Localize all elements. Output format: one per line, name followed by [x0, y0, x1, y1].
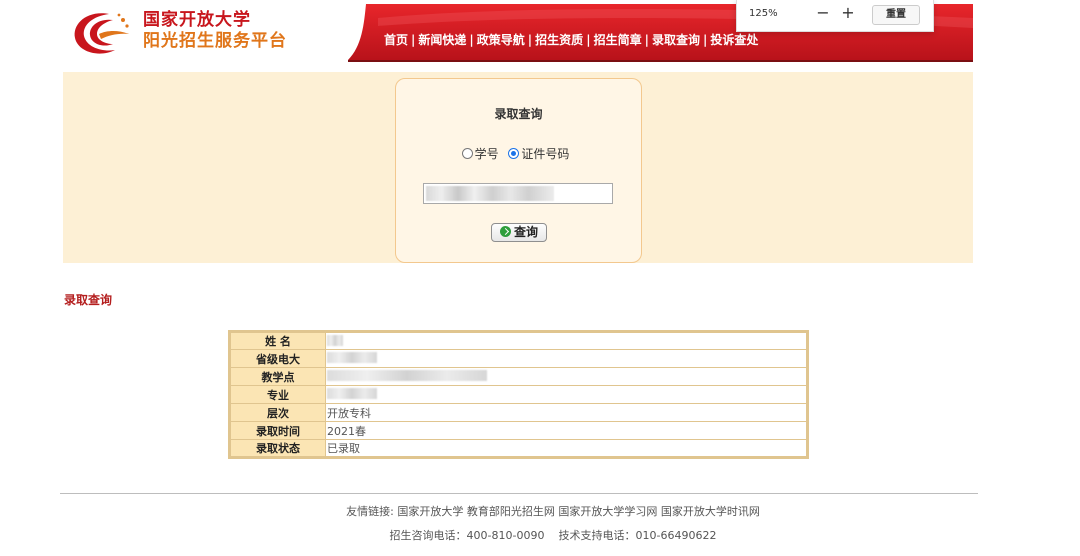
table-row: 专业 — [229, 385, 808, 404]
nav-policy[interactable]: 政策导航 — [477, 33, 525, 47]
redacted-value — [426, 186, 554, 201]
footer-contact: 招生咨询电话：400-810-0090 技术支持电话：010-66490622 — [0, 527, 1080, 543]
nav-news[interactable]: 新闻快递 — [418, 33, 466, 47]
row-value — [325, 331, 808, 350]
table-row: 录取状态 已录取 — [229, 439, 808, 458]
row-value — [325, 349, 808, 368]
query-card: 录取查询 学号 证件号码 查询 — [395, 78, 642, 263]
zoom-reset-button[interactable]: 重置 — [872, 5, 920, 25]
redacted-value — [327, 352, 377, 363]
redacted-value — [327, 388, 377, 399]
zoom-out-button[interactable]: − — [816, 3, 830, 22]
ouc-emblem-icon — [74, 13, 129, 54]
table-row: 层次 开放专科 — [229, 403, 808, 422]
radio-student-id-label[interactable]: 学号 — [475, 147, 499, 161]
redacted-value — [327, 370, 487, 381]
nav-qualification[interactable]: 招生资质 — [535, 33, 583, 47]
row-value — [325, 367, 808, 386]
footer-link-news[interactable]: 国家开放大学时讯网 — [661, 505, 760, 518]
query-button-label: 查询 — [513, 225, 538, 239]
table-row: 教学点 — [229, 367, 808, 386]
footer-link-chsi[interactable]: 教育部阳光招生网 — [467, 505, 555, 518]
nav-admission-query[interactable]: 录取查询 — [652, 33, 700, 47]
id-number-input[interactable] — [423, 183, 613, 204]
row-label: 录取时间 — [229, 421, 326, 440]
logo-subtitle-cn: 阳光招生服务平台 — [143, 31, 287, 51]
consult-phone: 招生咨询电话：400-810-0090 — [389, 529, 545, 542]
footer-link-ouc[interactable]: 国家开放大学 — [397, 505, 463, 518]
row-label: 层次 — [229, 403, 326, 422]
go-arrow-icon — [499, 226, 511, 237]
radio-student-id[interactable] — [461, 148, 473, 159]
row-value: 2021春 — [325, 421, 808, 440]
nav-complaint[interactable]: 投诉查处 — [710, 33, 758, 47]
footer-links-prefix: 友情链接: — [346, 505, 394, 518]
row-value: 开放专科 — [325, 403, 808, 422]
nav-underline — [348, 60, 973, 62]
query-button[interactable]: 查询 — [491, 223, 547, 242]
nav-brochure[interactable]: 招生简章 — [594, 33, 642, 47]
footer-friend-links: 友情链接: 国家开放大学 教育部阳光招生网 国家开放大学学习网 国家开放大学时讯… — [0, 503, 1080, 519]
footer-link-learning[interactable]: 国家开放大学学习网 — [558, 505, 657, 518]
query-type-options: 学号 证件号码 — [396, 145, 641, 162]
result-section-title: 录取查询 — [64, 293, 113, 307]
footer-divider — [60, 493, 978, 494]
redacted-value — [327, 334, 343, 346]
nav-links: 首页 | 新闻快递 | 政策导航 | 招生资质 | 招生简章 | 录取查询 | 投诉查处 — [384, 33, 759, 47]
zoom-popup: 125% − + 重置 — [736, 0, 934, 32]
nav-home[interactable]: 首页 — [384, 33, 408, 47]
logo-title-cn: 国家开放大学 — [143, 10, 251, 30]
table-row: 省级电大 — [229, 349, 808, 368]
admission-result-table: 姓 名 省级电大 教学点 专业 层次 开放专科 录取时间 2021春 录取状态 … — [228, 330, 809, 459]
row-label: 录取状态 — [229, 439, 326, 458]
zoom-in-button[interactable]: + — [841, 3, 855, 22]
row-label: 专业 — [229, 385, 326, 404]
row-label: 姓 名 — [229, 331, 326, 350]
radio-id-number[interactable] — [508, 148, 520, 159]
radio-id-number-label[interactable]: 证件号码 — [521, 147, 569, 161]
row-label: 教学点 — [229, 367, 326, 386]
row-value: 已录取 — [325, 439, 808, 458]
query-card-title: 录取查询 — [494, 107, 543, 121]
table-row: 姓 名 — [229, 331, 808, 350]
zoom-level: 125% — [749, 8, 778, 19]
row-label: 省级电大 — [229, 349, 326, 368]
table-row: 录取时间 2021春 — [229, 421, 808, 440]
row-value — [325, 385, 808, 404]
support-phone: 技术支持电话：010-66490622 — [558, 529, 717, 542]
site-logo[interactable]: 国家开放大学 阳光招生服务平台 — [63, 6, 383, 58]
